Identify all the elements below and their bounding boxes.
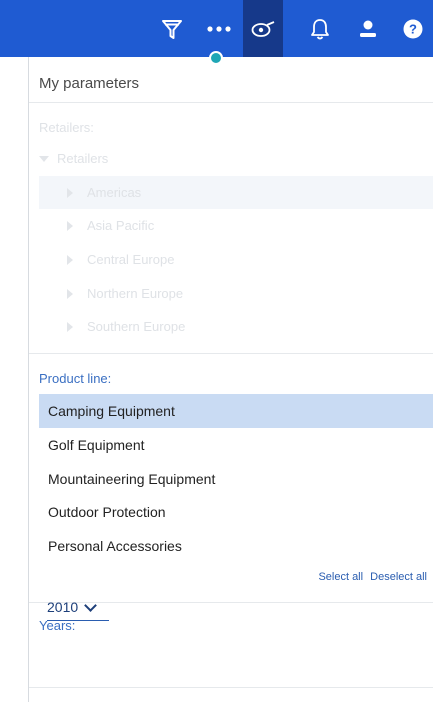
more-icon bbox=[207, 25, 231, 32]
list-item-mountaineering-equipment[interactable]: Mountaineering Equipment bbox=[39, 462, 433, 496]
years-dropdown[interactable]: 2010 bbox=[47, 594, 109, 621]
tree-item-americas[interactable]: Americas bbox=[39, 176, 433, 209]
more-button[interactable] bbox=[197, 0, 241, 57]
caret-right-icon bbox=[67, 220, 73, 231]
caret-right-icon bbox=[67, 321, 73, 332]
notifications-button[interactable] bbox=[300, 0, 340, 57]
caret-right-icon bbox=[67, 254, 73, 265]
list-item-outdoor-protection[interactable]: Outdoor Protection bbox=[39, 495, 433, 529]
retailers-label: Retailers: bbox=[39, 120, 94, 135]
divider bbox=[29, 353, 433, 354]
tree-item-label: Southern Europe bbox=[87, 319, 186, 334]
panel-title: My parameters bbox=[39, 75, 140, 92]
filter-icon bbox=[162, 19, 182, 39]
divider bbox=[29, 687, 433, 688]
parameters-panel: My parameters Retailers: Retailers Ameri… bbox=[28, 57, 433, 702]
divider bbox=[29, 102, 433, 103]
filter-button[interactable] bbox=[152, 0, 192, 57]
caret-right-icon bbox=[67, 187, 73, 198]
watch-icon bbox=[251, 20, 275, 37]
profile-button[interactable] bbox=[348, 0, 388, 57]
help-button[interactable]: ? bbox=[394, 0, 432, 57]
svg-text:?: ? bbox=[409, 21, 417, 36]
tree-item-label: Northern Europe bbox=[87, 286, 184, 301]
user-icon bbox=[360, 20, 376, 37]
top-toolbar: ? bbox=[0, 0, 433, 57]
active-indicator-dot bbox=[209, 51, 223, 65]
list-item-golf-equipment[interactable]: Golf Equipment bbox=[39, 428, 433, 462]
list-item-personal-accessories[interactable]: Personal Accessories bbox=[39, 529, 433, 563]
tree-item-label: Americas bbox=[87, 185, 142, 200]
years-value: 2010 bbox=[47, 599, 79, 615]
help-icon: ? bbox=[403, 19, 423, 38]
deselect-all-link[interactable]: Deselect all bbox=[370, 571, 427, 583]
selection-links: Select all Deselect all bbox=[314, 571, 427, 583]
tree-item-central-europe[interactable]: Central Europe bbox=[39, 243, 433, 276]
tree-item-northern-europe[interactable]: Northern Europe bbox=[39, 277, 433, 310]
list-item-camping-equipment[interactable]: Camping Equipment bbox=[39, 394, 433, 428]
chevron-down-icon bbox=[84, 598, 98, 612]
tree-item-label: Central Europe bbox=[87, 252, 175, 267]
tree-item-label: Asia Pacific bbox=[87, 218, 155, 233]
tree-item-southern-europe[interactable]: Southern Europe bbox=[39, 310, 433, 343]
caret-down-icon bbox=[39, 155, 49, 162]
tree-item-label: Retailers bbox=[57, 151, 109, 166]
tree-item-retailers[interactable]: Retailers bbox=[39, 142, 433, 175]
watch-button[interactable] bbox=[243, 0, 283, 57]
bell-icon bbox=[311, 18, 329, 39]
caret-right-icon bbox=[67, 288, 73, 299]
select-all-link[interactable]: Select all bbox=[318, 571, 363, 583]
tree-item-asia-pacific[interactable]: Asia Pacific bbox=[39, 209, 433, 242]
product-line-label: Product line: bbox=[39, 371, 112, 386]
